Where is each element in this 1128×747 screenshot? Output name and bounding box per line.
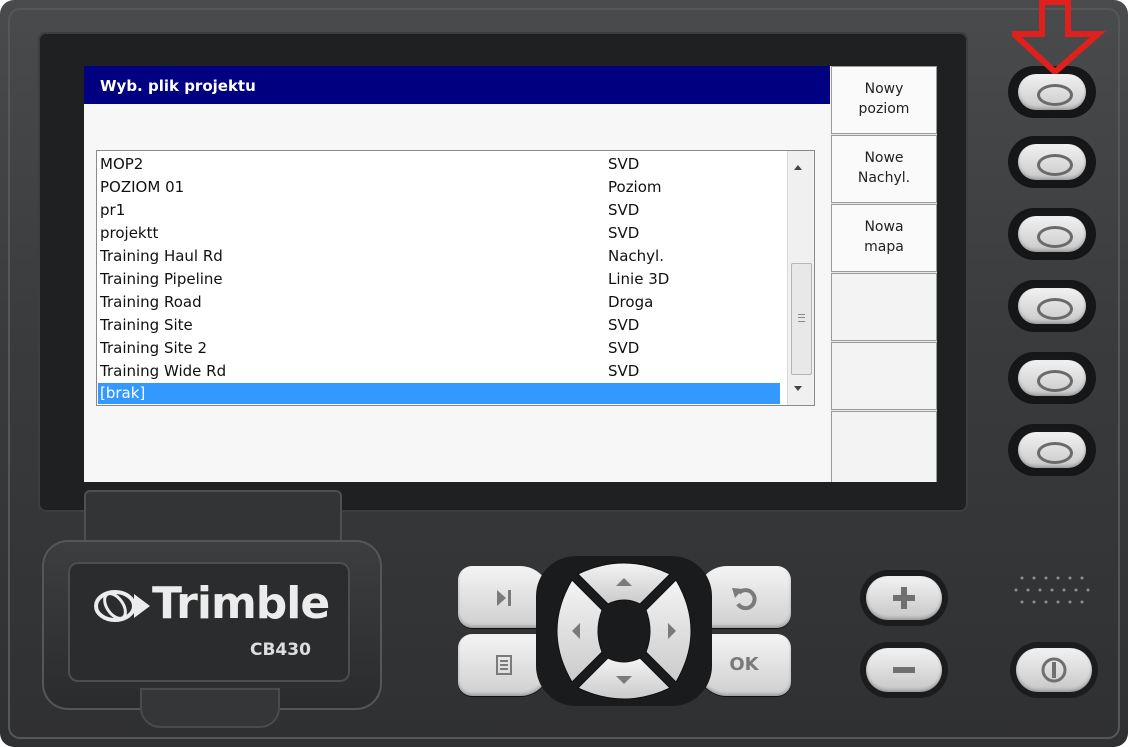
project-type: Linie 3D: [608, 270, 670, 288]
undo-back-icon: [732, 588, 757, 611]
project-type: SVD: [608, 224, 640, 242]
list-scrollbar[interactable]: [787, 151, 814, 405]
title-bar: Wyb. plik projektu: [84, 66, 830, 104]
scrollbar-thumb[interactable]: [791, 263, 812, 375]
project-file-list[interactable]: MOP2 SVD POZIOM 01 Poziom pr1 SVD projek…: [96, 150, 815, 406]
control-box-device: Wyb. plik projektu MOP2 SVD POZIOM 01 Po…: [0, 0, 1128, 747]
list-item-selected[interactable]: [brak]: [98, 383, 780, 404]
list-item[interactable]: projektt SVD: [98, 222, 780, 245]
project-name: MOP2: [100, 155, 144, 173]
project-type: Droga: [608, 293, 654, 311]
hardware-softkey-4[interactable]: [1008, 280, 1096, 332]
hint-arrow-down-icon: [1012, 0, 1106, 74]
minus-icon: [893, 667, 915, 673]
softkey-empty-4[interactable]: [831, 273, 937, 341]
plus-button[interactable]: [866, 576, 942, 620]
minus-button[interactable]: [866, 648, 942, 692]
list-item[interactable]: POZIOM 01 Poziom: [98, 176, 780, 199]
list-item[interactable]: Training Pipeline Linie 3D: [98, 268, 780, 291]
window-title: Wyb. plik projektu: [100, 77, 256, 95]
project-name: Training Site 2: [100, 339, 208, 357]
softkey-label-line1: Nowy: [864, 81, 904, 97]
hardware-softkey-3[interactable]: [1008, 208, 1096, 260]
plus-icon: [893, 587, 915, 609]
list-item[interactable]: Training Road Droga: [98, 291, 780, 314]
project-type: SVD: [608, 316, 640, 334]
softkey-new-level[interactable]: Nowy poziom: [831, 66, 937, 134]
project-type: Poziom: [608, 178, 662, 196]
brand-logo-text: Trimble: [152, 578, 330, 629]
display-screen: Wyb. plik projektu MOP2 SVD POZIOM 01 Po…: [84, 66, 937, 482]
hardware-softkey-6[interactable]: [1008, 424, 1096, 476]
softkey-empty-6[interactable]: [831, 411, 937, 482]
list-item[interactable]: MOP2 SVD: [98, 153, 780, 176]
softkey-label-line1: Nowe: [864, 150, 904, 166]
softkey-new-map[interactable]: Nowa mapa: [831, 204, 937, 272]
model-label: CB430: [250, 640, 311, 660]
project-type: SVD: [608, 339, 640, 357]
ok-button-label: OK: [729, 654, 759, 675]
list-item[interactable]: pr1 SVD: [98, 199, 780, 222]
project-type: SVD: [608, 201, 640, 219]
list-item[interactable]: Training Site SVD: [98, 314, 780, 337]
list-item[interactable]: Training Site 2 SVD: [98, 337, 780, 360]
power-button[interactable]: [1016, 648, 1092, 692]
power-icon: [1041, 657, 1067, 683]
direction-pad: [536, 556, 712, 706]
hardware-softkey-2[interactable]: [1008, 136, 1096, 188]
lid-pull-tab[interactable]: [140, 688, 280, 728]
project-name: Training Site: [100, 316, 193, 334]
speaker-grille: [1014, 576, 1090, 604]
project-name: Training Haul Rd: [100, 247, 223, 265]
project-type: SVD: [608, 362, 640, 380]
softkey-label-line2: poziom: [858, 101, 910, 117]
project-name: POZIOM 01: [100, 178, 185, 196]
project-name: Training Pipeline: [100, 270, 223, 288]
project-name: projektt: [100, 224, 159, 242]
project-name: Training Wide Rd: [100, 362, 227, 380]
softkey-empty-5[interactable]: [831, 342, 937, 410]
scroll-down-arrow-icon[interactable]: [794, 386, 802, 391]
project-name: [brak]: [100, 384, 146, 402]
project-type: Nachyl.: [608, 247, 664, 265]
softkey-panel: Nowy poziom Nowe Nachyl. Nowa mapa: [831, 66, 937, 482]
softkey-label-line1: Nowa: [864, 219, 904, 235]
menu-list-icon: [496, 655, 512, 675]
list-item[interactable]: Training Haul Rd Nachyl.: [98, 245, 780, 268]
softkey-label-line2: mapa: [864, 239, 904, 255]
project-name: pr1: [100, 201, 126, 219]
project-name: Training Road: [100, 293, 202, 311]
softkey-label-line2: Nachyl.: [857, 170, 911, 186]
skip-forward-icon: [497, 590, 511, 606]
list-item[interactable]: Training Wide Rd SVD: [98, 360, 780, 383]
scroll-up-arrow-icon[interactable]: [794, 165, 802, 170]
softkey-new-slope[interactable]: Nowe Nachyl.: [831, 135, 937, 203]
project-type: SVD: [608, 155, 640, 173]
trimble-globe-logo-icon: [94, 590, 150, 622]
hardware-softkey-5[interactable]: [1008, 352, 1096, 404]
